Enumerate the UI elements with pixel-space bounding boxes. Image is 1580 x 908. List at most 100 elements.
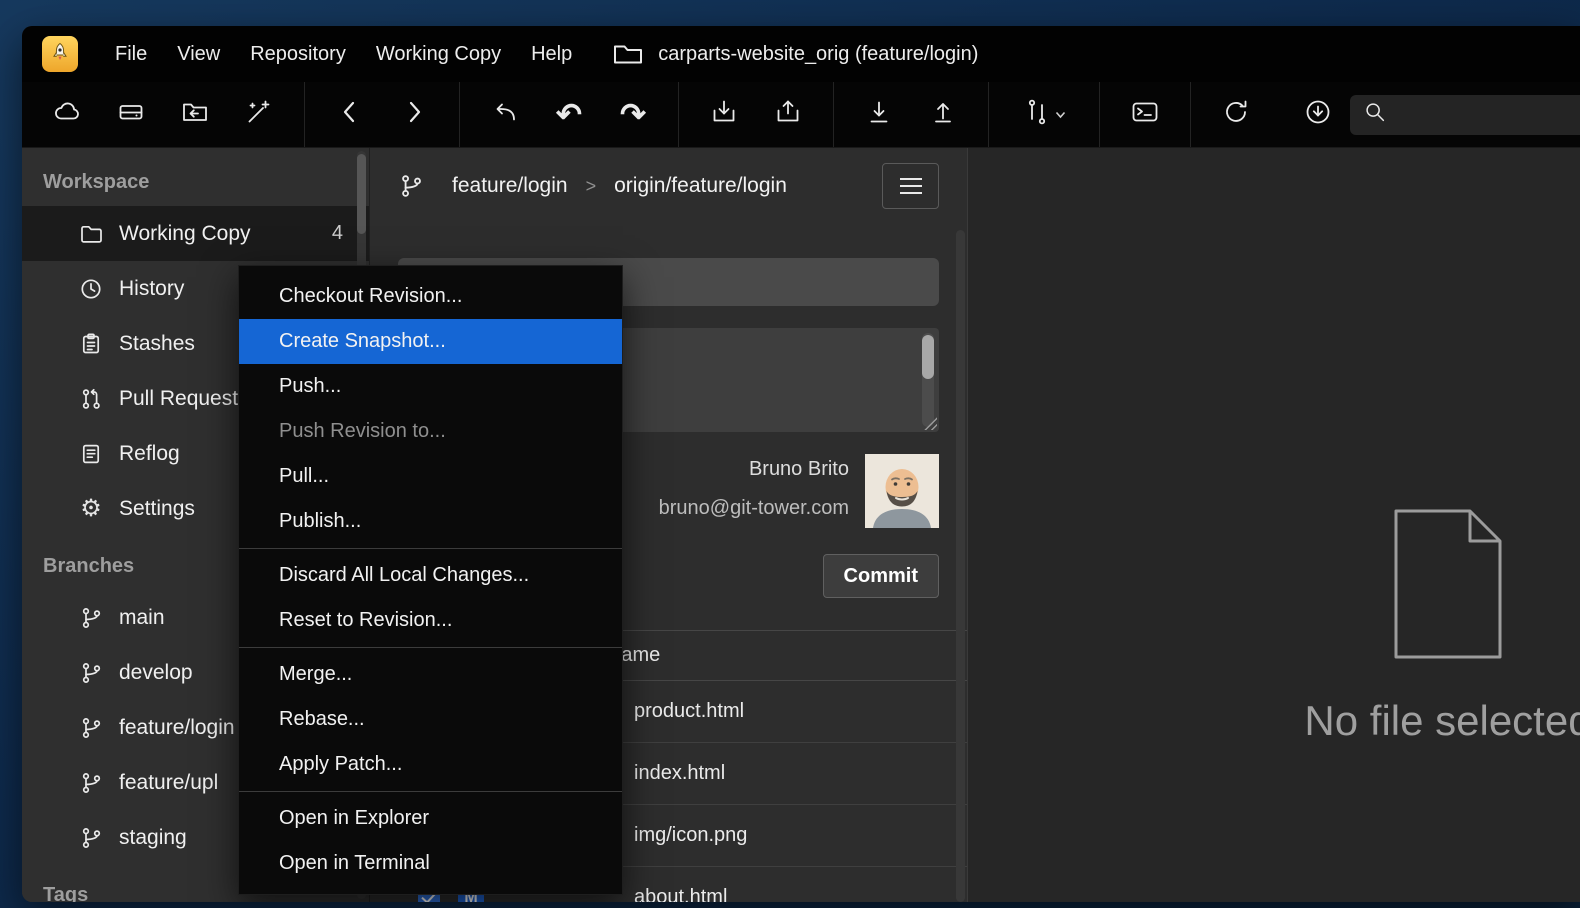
menu-item-push[interactable]: Push... (239, 364, 622, 409)
sidebar-item-label: Reflog (119, 442, 180, 466)
toolbar: ↶ ↷ (22, 82, 1580, 148)
pull-button[interactable] (847, 89, 911, 141)
menu-item-publish[interactable]: Publish... (239, 499, 622, 544)
menu-working-copy[interactable]: Working Copy (361, 38, 516, 71)
stash-pop-icon (774, 98, 802, 131)
menu-item-rebase[interactable]: Rebase... (239, 697, 622, 742)
magic-wand-icon (245, 98, 273, 131)
sidebar-item-label: Pull Requests (119, 387, 249, 411)
repo-title: carparts-website_orig (feature/login) (658, 43, 978, 66)
menu-separator (239, 791, 622, 792)
tower-logo-icon (50, 42, 70, 67)
menu-view[interactable]: View (162, 38, 235, 71)
file-name: about.html (634, 886, 727, 902)
sidebar-item-label: main (119, 606, 165, 630)
sidebar-item-label: Stashes (119, 332, 195, 356)
push-button[interactable] (911, 89, 975, 141)
file-preview-panel: No file selected (967, 148, 1580, 902)
chevron-right-icon (400, 98, 428, 131)
folder-icon (613, 42, 643, 66)
menu-help[interactable]: Help (516, 38, 587, 71)
empty-file-icon (1388, 508, 1508, 665)
undo-button[interactable]: ↶ (537, 89, 601, 141)
drive-icon (117, 98, 145, 131)
branch-icon (76, 606, 106, 630)
quick-actions-button[interactable] (227, 89, 291, 141)
menu-separator (239, 647, 622, 648)
branch-icon (398, 173, 424, 199)
sidebar-item-label: feature/login (119, 716, 235, 740)
sidebar-item-label: feature/upl (119, 771, 218, 795)
branch-icon (76, 771, 106, 795)
devices-button[interactable] (99, 89, 163, 141)
discard-button[interactable] (473, 89, 537, 141)
sidebar-item-working-copy[interactable]: Working Copy 4 (22, 206, 369, 261)
menu-item-pull[interactable]: Pull... (239, 454, 622, 499)
search-field[interactable] (1350, 95, 1580, 135)
services-button[interactable] (35, 89, 99, 141)
redo-icon: ↷ (620, 99, 646, 130)
author-email: bruno@git-tower.com (659, 497, 849, 520)
menu-file[interactable]: File (100, 38, 162, 71)
menu-item-open-in-explorer[interactable]: Open in Explorer (239, 796, 622, 841)
file-list-scrollbar[interactable] (956, 230, 965, 902)
folder-icon (76, 222, 106, 246)
menu-item-reset-to-revision[interactable]: Reset to Revision... (239, 598, 622, 643)
open-terminal-button[interactable] (1113, 89, 1177, 141)
clipboard-icon (76, 332, 106, 356)
commit-button[interactable]: Commit (823, 554, 939, 598)
push-icon (929, 98, 957, 131)
sidebar-scrollbar-thumb[interactable] (357, 154, 366, 234)
search-input[interactable] (1396, 104, 1580, 125)
sidebar-item-label: develop (119, 661, 193, 685)
menu-item-create-snapshot[interactable]: Create Snapshot... (239, 319, 622, 364)
stash-save-icon (710, 98, 738, 131)
hamburger-icon (900, 178, 922, 180)
terminal-icon (1131, 98, 1159, 131)
chevron-left-icon (336, 98, 364, 131)
forward-button[interactable] (382, 89, 446, 141)
search-icon (1362, 99, 1388, 130)
menu-item-checkout-revision[interactable]: Checkout Revision... (239, 274, 622, 319)
redo-button[interactable]: ↷ (601, 89, 665, 141)
author-name: Bruno Brito (659, 458, 849, 481)
gear-icon: ⚙ (76, 497, 106, 521)
sidebar-item-label: Working Copy (119, 222, 251, 246)
back-button[interactable] (318, 89, 382, 141)
clock-icon (76, 277, 106, 301)
menu-item-open-in-terminal[interactable]: Open in Terminal (239, 841, 622, 886)
updates-button[interactable] (1286, 89, 1350, 141)
folder-arrow-icon (181, 98, 209, 131)
titlebar: File View Repository Working Copy Help c… (22, 26, 1580, 82)
stash-button[interactable] (692, 89, 756, 141)
app-menu-button[interactable] (42, 36, 78, 72)
pull-request-icon (76, 387, 106, 411)
current-branch-label[interactable]: feature/login (452, 174, 568, 198)
repo-chip: carparts-website_orig (feature/login) (613, 42, 978, 66)
sidebar-item-label: History (119, 277, 184, 301)
discard-arrow-icon (491, 98, 519, 131)
menu-item-push-revision-to: Push Revision to... (239, 409, 622, 454)
menu-item-apply-patch[interactable]: Apply Patch... (239, 742, 622, 787)
open-repository-button[interactable] (163, 89, 227, 141)
download-circle-icon (1304, 98, 1332, 131)
sidebar-item-label: staging (119, 826, 187, 850)
menu-item-merge[interactable]: Merge... (239, 652, 622, 697)
file-name: product.html (634, 700, 744, 723)
branch-options-button[interactable] (882, 163, 939, 209)
branch-bar: feature/login > origin/feature/login (370, 148, 967, 224)
message-scrollbar-thumb[interactable] (922, 335, 934, 379)
desktop: { "titlebar": { "menus": ["File", "View"… (0, 0, 1580, 908)
tower-window: File View Repository Working Copy Help c… (22, 26, 1580, 902)
menu-repository[interactable]: Repository (235, 38, 361, 71)
apply-stash-button[interactable] (756, 89, 820, 141)
refresh-button[interactable] (1204, 89, 1268, 141)
branch-icon (76, 716, 106, 740)
menu-item-discard-all-local-changes[interactable]: Discard All Local Changes... (239, 553, 622, 598)
no-file-selected-text: No file selected (1304, 697, 1580, 745)
compare-button[interactable] (1002, 89, 1086, 141)
tracking-branch-label[interactable]: origin/feature/login (614, 174, 787, 198)
working-copy-context-menu: Checkout Revision... Create Snapshot... … (238, 265, 623, 895)
compare-icon (1023, 98, 1051, 131)
journal-icon (76, 442, 106, 466)
